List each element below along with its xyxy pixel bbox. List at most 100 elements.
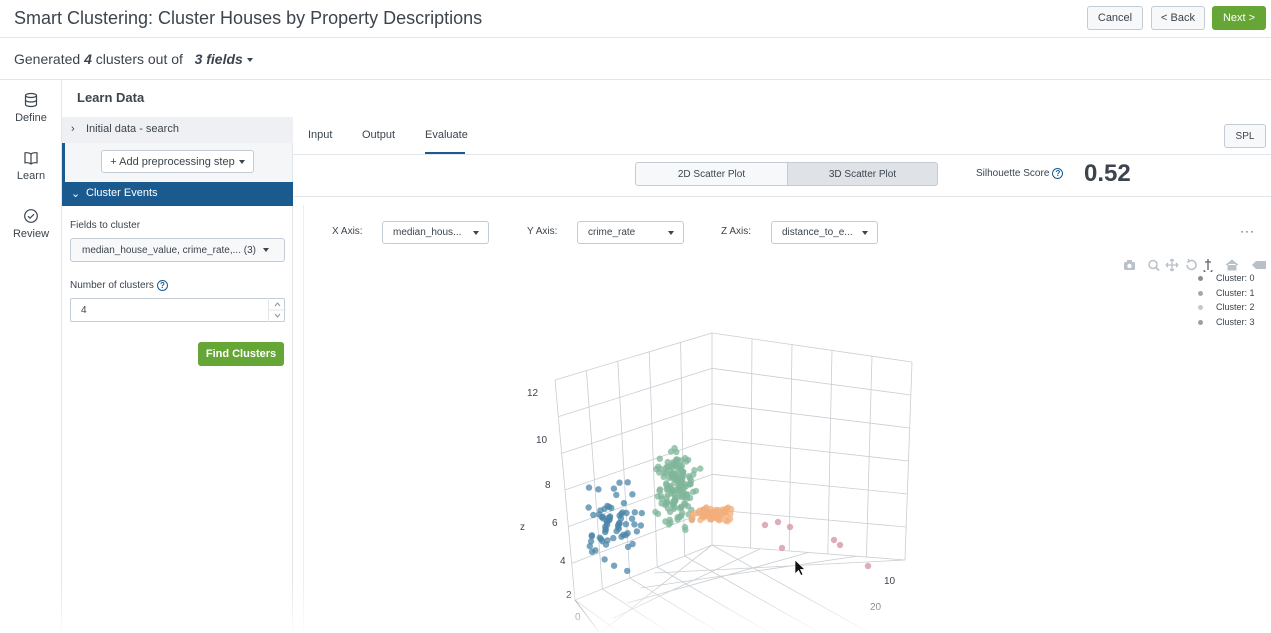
data-point — [595, 486, 602, 493]
zoom-icon[interactable] — [1148, 259, 1160, 272]
help-icon[interactable]: ? — [156, 280, 168, 291]
turntable-rotate-icon[interactable] — [1203, 259, 1213, 272]
hover-tag-icon[interactable] — [1252, 261, 1266, 269]
data-point — [618, 533, 625, 540]
data-point — [617, 515, 625, 522]
data-point — [661, 470, 668, 477]
y-axis-select[interactable]: crime_rate — [577, 221, 684, 244]
data-point — [669, 464, 676, 471]
z-tick-label: 4 — [560, 556, 566, 567]
tab-output[interactable]: Output — [362, 129, 395, 141]
fields-select-value: median_house_value, crime_rate,... — [82, 245, 241, 256]
legend-item-cluster-2[interactable]: Cluster: 2 — [1198, 302, 1255, 317]
data-point — [701, 505, 709, 512]
data-point — [622, 521, 630, 528]
data-point — [722, 517, 729, 524]
orbit-rotate-icon[interactable] — [1186, 258, 1197, 271]
home-icon[interactable] — [1225, 259, 1239, 271]
data-point — [637, 522, 645, 529]
pan-icon[interactable] — [1165, 258, 1179, 272]
legend-item-cluster-0[interactable]: Cluster: 0 — [1198, 273, 1255, 288]
data-point — [620, 499, 628, 507]
data-point — [691, 467, 698, 474]
fields-dropdown[interactable]: 3 fields — [195, 51, 253, 67]
back-button[interactable]: < Back — [1151, 6, 1205, 30]
data-point — [610, 534, 617, 542]
data-point — [774, 518, 782, 526]
tab-input[interactable]: Input — [308, 129, 332, 141]
data-point — [778, 544, 786, 552]
fields-dropdown-label: 3 fields — [194, 51, 243, 67]
data-point — [599, 513, 606, 520]
data-point — [655, 463, 662, 470]
data-point — [687, 480, 694, 488]
page-title: Smart Clustering: Cluster Houses by Prop… — [14, 8, 483, 28]
add-preprocessing-step-button[interactable]: + Add preprocessing step — [101, 150, 254, 173]
grid-line — [554, 332, 713, 381]
cluster-events-row[interactable]: ⌄ Cluster Events — [62, 182, 293, 206]
data-point — [604, 537, 611, 544]
x-axis-select[interactable]: median_hous... — [382, 221, 489, 244]
scatter-3d-plot[interactable]: 02 4 6 8 10 12 z 10 20 — [500, 320, 920, 633]
data-point — [608, 504, 615, 512]
data-point — [678, 473, 686, 481]
data-point — [786, 523, 794, 531]
data-point — [606, 514, 614, 521]
toggle-3d-scatter[interactable]: 3D Scatter Plot — [787, 162, 938, 186]
data-point — [656, 487, 663, 494]
number-of-clusters-label: Number of clusters? — [70, 280, 168, 291]
data-point — [676, 505, 683, 512]
number-of-clusters-input[interactable]: 4 — [70, 298, 285, 322]
summary-text: Generated 4 clusters out of 3 fields — [14, 51, 253, 67]
fields-to-cluster-select[interactable]: median_house_value, crime_rate,... (3) — [70, 238, 285, 262]
camera-icon[interactable] — [1124, 260, 1135, 270]
add-step-label: + Add preprocessing step — [110, 155, 235, 168]
data-point — [624, 567, 631, 575]
top-bar: Smart Clustering: Cluster Houses by Prop… — [0, 0, 1271, 38]
find-clusters-button[interactable]: Find Clusters — [198, 342, 284, 366]
grid-line — [602, 588, 671, 633]
z-tick-label: 2 — [566, 590, 572, 601]
silhouette-label: Silhouette Score? — [976, 168, 1064, 179]
grid-line — [711, 403, 910, 429]
data-point — [619, 509, 626, 516]
legend-item-cluster-3[interactable]: Cluster: 3 — [1198, 317, 1255, 332]
data-point — [613, 491, 620, 499]
legend-item-cluster-1[interactable]: Cluster: 1 — [1198, 288, 1255, 303]
x-axis-value: median_hous... — [393, 227, 462, 238]
x-axis-label: X Axis: — [332, 226, 363, 237]
database-icon — [24, 92, 38, 108]
spl-button[interactable]: SPL — [1224, 124, 1266, 148]
nav-item-define[interactable]: Define — [0, 92, 62, 124]
next-button[interactable]: Next > — [1212, 6, 1266, 30]
nav-item-review[interactable]: Review — [0, 208, 62, 240]
data-point — [588, 548, 596, 555]
number-stepper[interactable] — [268, 298, 286, 322]
help-icon[interactable]: ? — [1052, 168, 1064, 179]
tab-evaluate[interactable]: Evaluate — [425, 129, 468, 141]
plot-modebar — [1124, 258, 1266, 272]
initial-data-row[interactable]: › Initial data - search — [62, 117, 293, 143]
nav-item-learn[interactable]: Learn — [0, 150, 62, 182]
data-point — [601, 556, 608, 563]
data-point — [585, 484, 593, 491]
plot-legend: Cluster: 0 Cluster: 1 Cluster: 2 Cluster… — [1198, 273, 1255, 331]
chevron-down-icon — [246, 58, 253, 63]
cancel-button[interactable]: Cancel — [1087, 6, 1143, 30]
stepper-arrows-icon — [269, 302, 286, 318]
data-point — [629, 491, 636, 498]
data-point — [654, 493, 661, 500]
data-point — [683, 491, 690, 498]
z-axis-select[interactable]: distance_to_e... — [771, 221, 878, 244]
toggle-2d-scatter[interactable]: 2D Scatter Plot — [635, 162, 788, 186]
chevron-down-icon — [668, 231, 674, 235]
initial-data-label: Initial data - search — [86, 123, 179, 135]
more-options-button[interactable]: ··· — [1240, 224, 1255, 238]
chevron-down-icon — [473, 231, 479, 235]
legend-marker — [1198, 319, 1203, 325]
cluster-form — [62, 206, 293, 633]
data-point — [697, 465, 704, 472]
grid-line — [711, 332, 913, 363]
data-point — [616, 479, 623, 486]
legend-label: Cluster: 3 — [1216, 316, 1255, 327]
